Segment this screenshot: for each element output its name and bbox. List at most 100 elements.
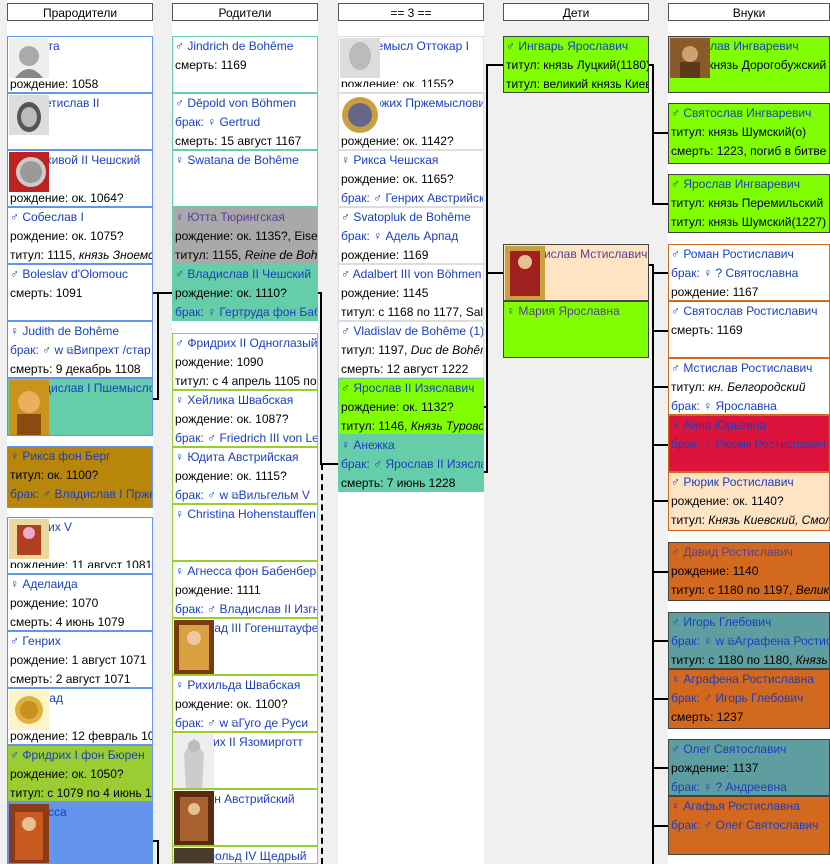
person-card[interactable]: ♀ Юдита Австрийская рождение: ок. 1115? …: [172, 447, 318, 504]
marriage-info[interactable]: брак: ♀ Ярославна: [669, 397, 829, 414]
marriage-info[interactable]: брак: ♂ Ярослав II Изяславич: [339, 455, 483, 474]
person-card[interactable]: ♀ Агафья Ростиславна брак: ♂ Олег Святос…: [668, 796, 830, 855]
person-card[interactable]: ♀ Judith de Bohême брак: ♂ w ⧉Випрехт /с…: [7, 321, 153, 378]
person-card[interactable]: ♂ Изяслав Ингваревич титул: князь Дорого…: [668, 36, 830, 93]
marriage-info[interactable]: брак: ♀ ? Святославна: [669, 264, 829, 283]
person-card[interactable]: ♀ Рикса Чешская рождение: ок. 1165? брак…: [338, 150, 484, 207]
person-card[interactable]: ♀ Аграфена Ростиславна брак: ♂ Игорь Гле…: [668, 669, 830, 729]
person-card[interactable]: ♂ Давид Ростиславич рождение: 1140 титул…: [668, 542, 830, 601]
person-name[interactable]: ♂ Фридрих I фон Бюрен: [10, 748, 145, 762]
marriage-info[interactable]: брак: ♀ Гертруда фон Бабенберг: [173, 303, 317, 320]
person-card[interactable]: ♂ Владислав II Чешский рождение: ок. 111…: [172, 264, 318, 321]
person-name[interactable]: ♀ Мария Ярославна: [506, 304, 620, 318]
person-card[interactable]: ♀ Агнесса фон Бабенберг рождение: 1111 б…: [172, 561, 318, 618]
person-card[interactable]: ♂ Ярослав Ингваревич титул: князь Переми…: [668, 174, 830, 233]
header-parents[interactable]: Родители: [172, 3, 318, 21]
marriage-info[interactable]: брак: ♂ Олег Святославич: [669, 816, 829, 835]
person-card[interactable]: ♂ Владислав I Пшемыслович: [7, 378, 153, 436]
external-link-icon[interactable]: ⧉: [66, 346, 73, 357]
person-name[interactable]: ♀ Judith de Bohême: [10, 324, 119, 338]
external-link-icon[interactable]: ⧉: [231, 491, 238, 502]
person-name[interactable]: ♂ Собеслав I: [10, 210, 84, 224]
marriage-info[interactable]: брак: ♂ Генрих Австрийский: [339, 189, 483, 206]
person-card[interactable]: ♀ Анежка брак: ♂ Ярослав II Изяславич см…: [338, 435, 484, 492]
person-card[interactable]: ♂ Пржемысл Оттокар I рождение: ок. 1155?: [338, 36, 484, 93]
header-gen3[interactable]: == 3 ==: [338, 3, 484, 21]
person-card[interactable]: ♀ Рикса фон Берг титул: ок. 1100? брак: …: [7, 446, 153, 508]
person-name[interactable]: ♂ Святослав Ингваревич: [671, 106, 811, 120]
marriage-info[interactable]: брак: ♂ Игорь Глебович: [669, 689, 829, 708]
person-name[interactable]: ♀ Аделаида: [10, 577, 78, 591]
person-card[interactable]: ♂ Ростислав Мстиславич: [503, 244, 649, 301]
external-link-icon[interactable]: ⧉: [727, 637, 734, 648]
person-name[interactable]: ♂ Jindrich de Bohême: [175, 39, 293, 53]
person-card[interactable]: ♂ Конрад рождение: 12 февраль 1074: [7, 688, 153, 745]
person-card[interactable]: ♂ Мстислав Ростиславич титул: кн. Белгор…: [668, 358, 830, 415]
person-card[interactable]: ♂ Boleslav d'Olomouc смерть: 1091: [7, 264, 153, 321]
person-card[interactable]: ♂ Игорь Глебович брак: ♀ w ⧉Аграфена Рос…: [668, 612, 830, 669]
person-card[interactable]: ♂ Генрих рождение: 1 август 1071 смерть:…: [7, 631, 153, 688]
person-card[interactable]: ♂ Рюрик Ростиславич рождение: ок. 1140? …: [668, 472, 830, 531]
person-card[interactable]: ♂ Леопольд IV Щедрый: [172, 846, 318, 864]
person-card[interactable]: ♂ Jindrich de Bohême смерть: 1169: [172, 36, 318, 93]
header-children[interactable]: Дети: [503, 3, 649, 21]
person-name[interactable]: ♂ Святослав Ростиславич: [671, 304, 818, 318]
header-grandchildren[interactable]: Внуки: [668, 3, 830, 21]
person-name[interactable]: ♂ Игорь Глебович: [671, 615, 771, 629]
person-card[interactable]: ♀ Агнесса: [7, 802, 153, 864]
person-name[interactable]: ♂ Vladislav de Bohême (1) III: [341, 324, 483, 338]
person-name[interactable]: ♂ Ярослав II Изяславич: [341, 381, 474, 395]
person-name[interactable]: ♀ Рикса Чешская: [341, 153, 438, 167]
person-card[interactable]: ♂ Adalbert III von Böhmen рождение: 1145…: [338, 264, 484, 321]
person-name[interactable]: ♀ Анна Юрьевна: [671, 418, 766, 432]
person-name[interactable]: ♂ Adalbert III von Böhmen: [341, 267, 481, 281]
person-card[interactable]: ♀ Christina Hohenstauffen: [172, 504, 318, 561]
person-card[interactable]: ♂ Олег Святославич рождение: 1137 брак: …: [668, 739, 830, 796]
marriage-info[interactable]: брак: ♂ Friedrich III von Lengenfeld: [173, 429, 317, 446]
person-card[interactable]: ♂ Борживой II Чешский рождение: ок. 1064…: [7, 150, 153, 207]
person-name[interactable]: ♂ Ярослав Ингваревич: [671, 177, 800, 191]
person-card[interactable]: ♀ Ютта Тюрингская рождение: ок. 1135?, E…: [172, 207, 318, 264]
person-card[interactable]: ♂ Генрих II Язомирготт: [172, 732, 318, 789]
person-name[interactable]: ♀ Ютта Тюрингская: [175, 210, 285, 224]
header-ancestors[interactable]: Прародители: [7, 3, 153, 21]
person-card[interactable]: ♀ Юдита рождение: 1058: [7, 36, 153, 93]
person-card[interactable]: ♂ Конрад III Гогенштауфен: [172, 618, 318, 675]
person-name[interactable]: ♀ Рикса фон Берг: [10, 449, 111, 463]
person-name[interactable]: ♂ Ингварь Ярославич: [506, 39, 628, 53]
person-card[interactable]: ♂ Святослав Ингваревич титул: князь Шумс…: [668, 103, 830, 164]
person-name[interactable]: ♀ Хейлика Швабская: [175, 393, 293, 407]
marriage-info[interactable]: брак: ♂ Владислав II Изгнанник: [173, 600, 317, 617]
person-name[interactable]: ♂ Рюрик Ростиславич: [671, 475, 794, 489]
person-name[interactable]: ♀ Анежка: [341, 438, 395, 452]
person-name[interactable]: ♀ Swatana de Bohême: [175, 153, 299, 167]
person-card[interactable]: ♂ Фридрих I фон Бюрен рождение: ок. 1050…: [7, 745, 153, 802]
person-name[interactable]: ♀ Агнесса фон Бабенберг: [175, 564, 317, 578]
person-card[interactable]: ♀ Рихильда Швабская рождение: ок. 1100? …: [172, 675, 318, 732]
person-name[interactable]: ♂ Svatopluk de Bohême: [341, 210, 471, 224]
marriage-info[interactable]: брак: ♂ Рюрик Ростиславич: [669, 435, 829, 454]
marriage-info[interactable]: брак: ♀ ? Андреевна: [669, 778, 829, 795]
person-name[interactable]: ♀ Christina Hohenstauffen: [175, 507, 316, 521]
marriage-info[interactable]: брак: ♀ Адель Арпад: [339, 227, 483, 246]
person-card[interactable]: ♂ Ярослав II Изяславич рождение: ок. 113…: [338, 378, 484, 435]
person-card[interactable]: ♂ Бржетислав II: [7, 93, 153, 150]
person-name[interactable]: ♂ Мстислав Ростиславич: [671, 361, 812, 375]
person-name[interactable]: ♂ Роман Ростиславич: [671, 247, 794, 261]
person-name[interactable]: ♂ Фридрих II Одноглазый: [175, 336, 317, 350]
person-name[interactable]: ♀ Аграфена Ростиславна: [671, 672, 814, 686]
person-card[interactable]: ♂ Собеслав I рождение: ок. 1075? титул: …: [7, 207, 153, 264]
person-name[interactable]: ♂ Владислав II Чешский: [175, 267, 311, 281]
person-card[interactable]: ♀ Swatana de Bohême: [172, 150, 318, 207]
person-card[interactable]: ♂ Генрих V рождение: 11 август 1081: [7, 517, 153, 574]
person-card[interactable]: ♂ Бедржих Пржемыслович рождение: ок. 114…: [338, 93, 484, 150]
person-card[interactable]: ♀ Аделаида рождение: 1070 смерть: 4 июнь…: [7, 574, 153, 631]
external-link-icon[interactable]: ⧉: [231, 719, 238, 730]
person-name[interactable]: ♀ Рихильда Швабская: [175, 678, 300, 692]
person-card[interactable]: ♀ Хейлика Швабская рождение: ок. 1087? б…: [172, 390, 318, 447]
person-name[interactable]: ♂ Олег Святославич: [671, 742, 786, 756]
person-name[interactable]: ♂ Давид Ростиславич: [671, 545, 793, 559]
person-card[interactable]: ♂ Роман Ростиславич брак: ♀ ? Святославн…: [668, 244, 830, 301]
person-card[interactable]: ♂ Фридрих II Одноглазый рождение: 1090 т…: [172, 333, 318, 390]
person-card[interactable]: ♂ Святослав Ростиславич смерть: 1169: [668, 301, 830, 358]
